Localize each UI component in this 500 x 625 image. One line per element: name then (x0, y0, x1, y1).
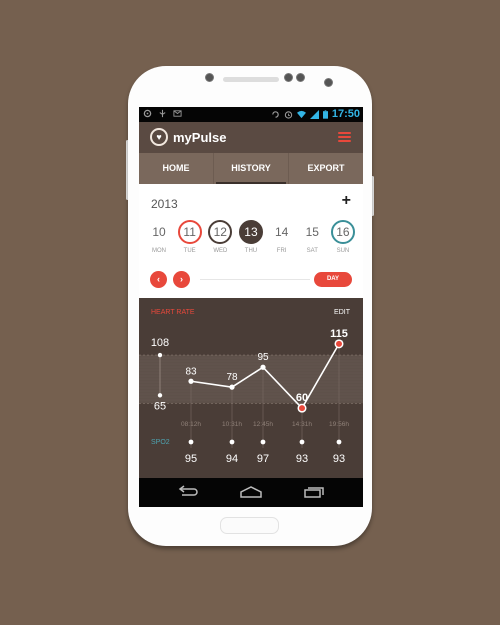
spo2-value: 93 (333, 453, 345, 465)
x-tick-label: 10:31h (222, 421, 242, 428)
home-icon[interactable] (239, 485, 263, 499)
recent-apps-icon[interactable] (303, 485, 325, 499)
front-camera (324, 78, 333, 87)
tab-export[interactable]: EXPORT (288, 153, 363, 184)
heart-icon: ♥ (150, 128, 168, 146)
day-number: 16 (330, 220, 355, 244)
android-debug-icon (143, 109, 152, 118)
range-min-label: 65 (154, 400, 166, 412)
heart-rate-chart: 108 65 08:12h 10:31h 12:45h 14:31h 19:56h 83 78 9… (139, 298, 363, 478)
system-nav-bar (139, 478, 363, 507)
data-point-alert (336, 340, 342, 347)
spo2-label: SPO2 (151, 439, 170, 446)
data-point (260, 364, 266, 370)
screen: 17:50 ♥ myPulse HOME HISTORY EXPORT 2013… (139, 107, 363, 507)
day-label: FRI (276, 248, 287, 254)
signal-icon (309, 109, 319, 119)
day-number: 13 (238, 220, 263, 244)
day-number: 12 (208, 220, 233, 244)
day-number: 15 (305, 225, 319, 239)
data-point (188, 378, 194, 384)
day-number: 14 (274, 225, 289, 239)
battery-icon (322, 109, 328, 119)
year-label: 2013 (151, 197, 178, 211)
day-number: 11 (177, 220, 202, 244)
period-navigation: ‹ › DAY (150, 271, 352, 289)
day-item[interactable]: 16 SUN (329, 220, 357, 254)
x-tick-label: 08:12h (181, 421, 201, 428)
status-bar: 17:50 (139, 107, 363, 122)
day-item-selected[interactable]: 13 THU (237, 220, 265, 254)
spo2-point (229, 439, 235, 445)
data-label: 115 (330, 328, 348, 340)
hardware-home-button[interactable] (220, 517, 279, 534)
period-slider-track[interactable] (200, 279, 310, 280)
usb-icon (159, 109, 166, 118)
data-label: 83 (185, 366, 197, 377)
spo2-point (299, 439, 305, 445)
day-item[interactable]: 15 SAT (298, 220, 326, 254)
day-label: THU (244, 248, 258, 254)
spo2-value: 94 (226, 453, 238, 465)
spo2-value: 97 (257, 453, 269, 465)
x-tick-label: 19:56h (329, 421, 349, 428)
prev-button[interactable]: ‹ (150, 271, 167, 288)
x-tick-label: 12:45h (253, 421, 273, 428)
data-point-alert (299, 405, 305, 412)
data-label: 78 (226, 372, 238, 383)
app-bar: ♥ myPulse (139, 122, 363, 153)
x-tick-label: 14:31h (292, 421, 312, 428)
day-label: TUE (183, 248, 196, 254)
day-item[interactable]: 14 FRI (268, 220, 296, 254)
next-button[interactable]: › (173, 271, 190, 288)
tab-history[interactable]: HISTORY (213, 153, 288, 184)
week-day-picker: 10 MON 11 TUE 12 WED 13 THU 14 FRI 15 SAT 16 SU… (145, 220, 357, 254)
spo2-point (336, 439, 342, 445)
hamburger-menu-icon[interactable] (338, 132, 351, 143)
speaker-grille (223, 77, 279, 82)
mail-icon (173, 110, 182, 117)
sensor-dot (205, 73, 214, 82)
spo2-point (188, 439, 194, 445)
day-number: 10 (152, 225, 166, 239)
chart-canvas: 108 65 08:12h 10:31h 12:45h 14:31h 19:56h 83 78 9… (139, 328, 363, 465)
day-item[interactable]: 12 WED (206, 220, 234, 254)
data-label: 95 (257, 352, 269, 363)
spo2-value: 93 (296, 453, 308, 465)
day-label: SAT (306, 248, 318, 254)
day-label: WED (213, 248, 228, 254)
wifi-icon (296, 110, 306, 118)
data-label: 60 (296, 392, 308, 404)
alarm-icon (284, 110, 293, 119)
day-item[interactable]: 10 MON (145, 220, 173, 254)
spo2-value: 95 (185, 453, 197, 465)
add-button[interactable]: + (342, 192, 351, 210)
sensor-dot (296, 73, 305, 82)
day-label: MON (152, 248, 166, 254)
period-day-button[interactable]: DAY (314, 272, 352, 287)
tab-home[interactable]: HOME (139, 153, 213, 184)
app-title: myPulse (173, 130, 227, 145)
day-item[interactable]: 11 TUE (176, 220, 204, 254)
sync-icon (272, 110, 279, 118)
sensor-dot (284, 73, 293, 82)
clock: 17:50 (331, 108, 360, 120)
tab-bar: HOME HISTORY EXPORT (139, 153, 363, 184)
range-max-label: 108 (151, 337, 169, 349)
data-point (229, 384, 235, 390)
day-label: SUN (336, 248, 350, 254)
range-min-point (157, 393, 163, 398)
range-max-point (157, 352, 163, 358)
spo2-point (260, 439, 266, 445)
edit-button[interactable]: EDIT (334, 309, 350, 316)
chart-title: HEART RATE (151, 309, 195, 316)
back-icon[interactable] (177, 485, 199, 499)
